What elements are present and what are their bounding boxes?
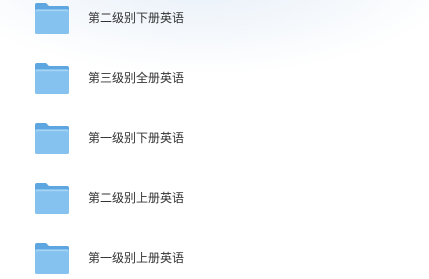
folder-item[interactable]: 第三级别全册英语 [0,59,429,99]
folder-name: 第二级别上册英语 [88,191,185,205]
file-list: 第二级别下册英语 第三级别全册英语 第一级别下册英语 第二级别上册英语 第一级别… [0,0,429,274]
folder-item[interactable]: 第二级别下册英语 [0,0,429,39]
folder-icon [34,61,70,95]
folder-icon [34,241,70,275]
folder-icon [34,1,70,35]
folder-item[interactable]: 第二级别上册英语 [0,179,429,219]
folder-icon [34,121,70,155]
folder-item[interactable]: 第一级别上册英语 [0,239,429,279]
folder-item[interactable]: 第一级别下册英语 [0,119,429,159]
folder-name: 第一级别下册英语 [88,131,185,145]
folder-icon [34,181,70,215]
folder-name: 第三级别全册英语 [88,71,185,85]
folder-name: 第二级别下册英语 [88,11,185,25]
folder-name: 第一级别上册英语 [88,251,185,265]
